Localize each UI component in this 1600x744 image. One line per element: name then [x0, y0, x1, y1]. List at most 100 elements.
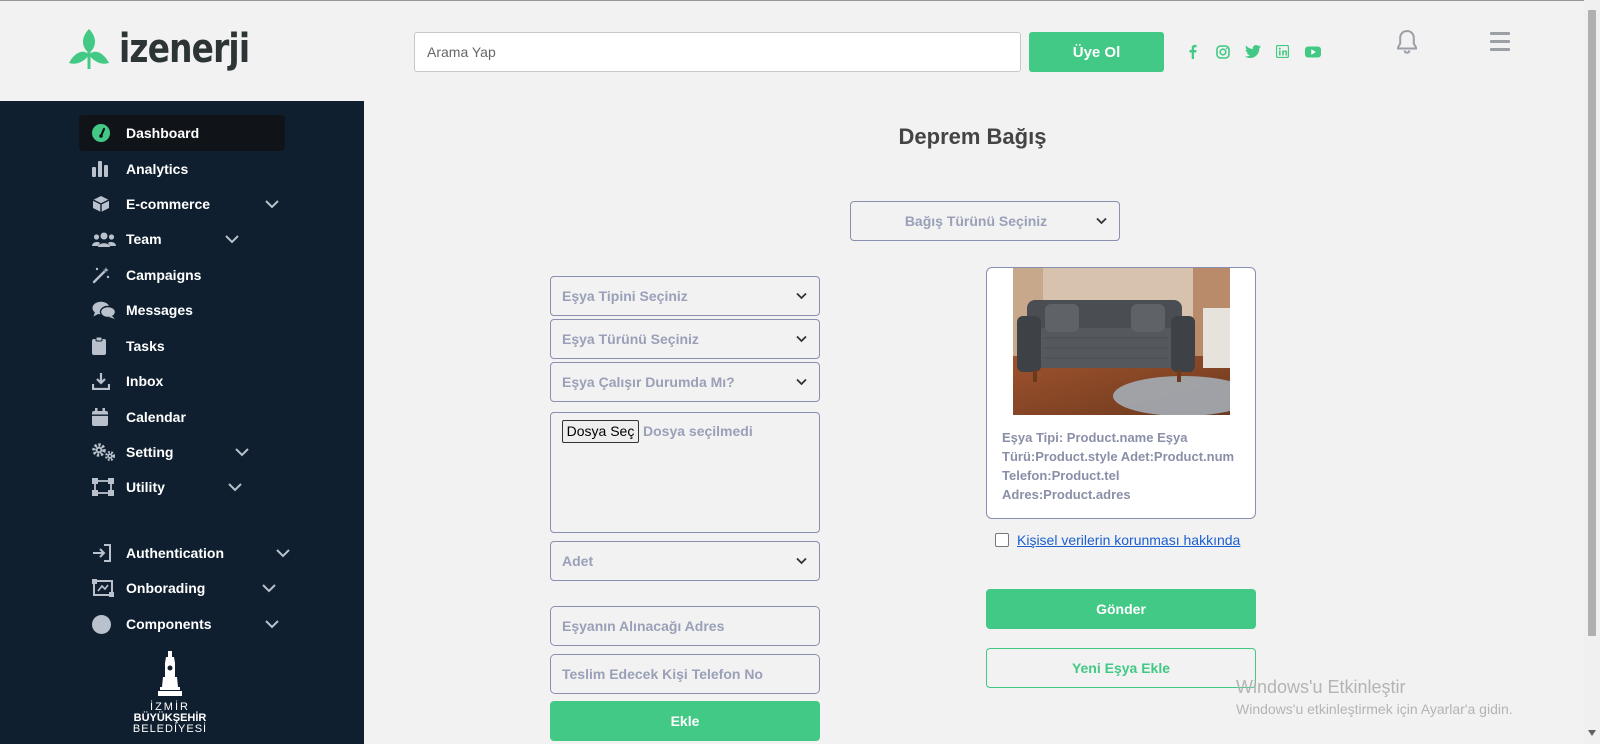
chevron-down-icon [1096, 217, 1107, 225]
sidebar-item-components[interactable]: Components [79, 606, 285, 642]
instagram-icon[interactable] [1214, 43, 1231, 60]
pickup-address-placeholder: Eşyanın Alınacağı Adres [562, 618, 725, 634]
brand-logo[interactable]: izenerji [67, 27, 278, 71]
sofa-image [1013, 268, 1230, 415]
vertical-scrollbar[interactable] [1584, 0, 1600, 744]
sidebar-item-label: Authentication [126, 545, 224, 561]
watermark-subtitle: Windows'u etkinleştirmek için Ayarlar'a … [1236, 701, 1513, 717]
sidebar-item-campaigns[interactable]: Campaigns [79, 257, 285, 293]
sidebar-item-label: Utility [126, 479, 165, 495]
pickup-address-input[interactable]: Eşyanın Alınacağı Adres [550, 606, 820, 646]
item-type-select[interactable]: Eşya Tipini Seçiniz [550, 276, 820, 316]
onboarding-icon [92, 578, 118, 598]
download-icon [92, 371, 118, 391]
chevron-down-icon[interactable] [275, 548, 291, 558]
privacy-link[interactable]: Kişisel verilerin korunması hakkında [1017, 532, 1240, 548]
facebook-icon[interactable] [1184, 43, 1201, 60]
sidebar-item-dashboard[interactable]: Dashboard [79, 115, 285, 151]
utility-icon [92, 477, 118, 497]
sidebar-item-label: Analytics [126, 161, 189, 177]
chevron-down-icon[interactable] [264, 619, 280, 629]
magic-wand-icon [92, 265, 118, 285]
product-preview-card: Eşya Tipi: Product.name Eşya Türü:Produc… [986, 267, 1256, 519]
product-details: Eşya Tipi: Product.name Eşya Türü:Produc… [1002, 428, 1247, 504]
sidebar-item-calendar[interactable]: Calendar [79, 399, 285, 435]
sidebar-item-tasks[interactable]: Tasks [79, 328, 285, 364]
chevron-down-icon[interactable] [227, 482, 243, 492]
calendar-icon [92, 407, 118, 427]
sidebar-item-utility[interactable]: Utility [79, 469, 285, 505]
new-item-button[interactable]: Yeni Eşya Ekle [986, 648, 1256, 688]
municipality-line3: BELEDİYESİ [132, 723, 208, 735]
quantity-label: Adet [562, 553, 594, 569]
sidebar-item-label: Setting [126, 444, 174, 460]
page-title: Deprem Bağış [898, 124, 1047, 149]
phone-input[interactable]: Teslim Edecek Kişi Telefon No [550, 654, 820, 694]
bell-icon[interactable] [1396, 29, 1418, 60]
donation-type-label: Bağış Türünü Seçiniz [904, 213, 1048, 229]
chevron-down-icon [796, 378, 807, 386]
chevron-down-icon[interactable] [261, 583, 277, 593]
sidebar-item-analytics[interactable]: Analytics [79, 151, 285, 187]
gauge-icon [92, 123, 118, 143]
scroll-thumb[interactable] [1588, 10, 1596, 636]
sidebar-item-label: Campaigns [126, 267, 202, 283]
users-icon [92, 229, 118, 249]
sidebar-item-label: Team [126, 231, 162, 247]
consent-checkbox[interactable] [995, 533, 1009, 547]
chevron-down-icon [796, 557, 807, 565]
clock-tower-icon [158, 651, 182, 696]
menu-icon[interactable] [1490, 32, 1510, 56]
add-button[interactable]: Ekle [550, 701, 820, 741]
privacy-consent: Kişisel verilerin korunması hakkında [995, 532, 1240, 548]
sidebar-item-authentication[interactable]: Authentication [79, 535, 290, 571]
sidebar: Dashboard Analytics E-commerce Team Camp… [0, 101, 364, 744]
item-kind-label: Eşya Türünü Seçiniz [562, 331, 699, 347]
donation-type-select[interactable]: Bağış Türünü Seçiniz [850, 201, 1120, 241]
item-working-select[interactable]: Eşya Çalışır Durumda Mı? [550, 362, 820, 402]
submit-button[interactable]: Gönder [986, 589, 1256, 629]
search-input[interactable] [414, 32, 1021, 72]
chevron-down-icon[interactable] [234, 447, 250, 457]
item-working-label: Eşya Çalışır Durumda Mı? [562, 374, 735, 390]
file-status-text: Dosya seçilmedi [643, 423, 753, 439]
chevron-down-icon[interactable] [224, 234, 240, 244]
clipboard-icon [92, 336, 118, 356]
quantity-select[interactable]: Adet [550, 541, 820, 581]
chat-icon [92, 300, 118, 320]
sidebar-item-onborading[interactable]: Onborading [79, 570, 285, 606]
sidebar-item-label: E-commerce [126, 196, 211, 212]
brand-name: izenerji [119, 26, 250, 72]
product-line-4: Adres:Product.adres [1002, 487, 1131, 502]
phone-placeholder: Teslim Edecek Kişi Telefon No [562, 666, 763, 682]
youtube-icon[interactable] [1304, 43, 1321, 60]
top-header: izenerji Üye Ol [0, 0, 1584, 101]
sidebar-item-label: Components [126, 616, 212, 632]
sidebar-item-e-commerce[interactable]: E-commerce [79, 186, 285, 222]
signup-button[interactable]: Üye Ol [1029, 32, 1164, 72]
chevron-down-icon [796, 292, 807, 300]
windows-activation-watermark: Windows'u Etkinleştir Windows'u etkinleş… [1236, 676, 1513, 720]
sidebar-item-label: Calendar [126, 409, 186, 425]
product-line-3: Telefon:Product.tel [1002, 468, 1120, 483]
twitter-icon[interactable] [1244, 43, 1261, 60]
sidebar-item-setting[interactable]: Setting [79, 434, 285, 470]
sidebar-item-label: Tasks [126, 338, 165, 354]
item-kind-select[interactable]: Eşya Türünü Seçiniz [550, 319, 820, 359]
sidebar-item-label: Inbox [126, 373, 164, 389]
sidebar-item-messages[interactable]: Messages [79, 292, 285, 328]
sign-in-icon [92, 543, 118, 563]
choose-file-button[interactable]: Dosya Seç [562, 420, 639, 443]
file-upload-field: Dosya Seç Dosya seçilmedi [550, 412, 820, 533]
bar-chart-icon [92, 159, 118, 179]
sidebar-item-label: Dashboard [126, 125, 200, 141]
sidebar-item-team[interactable]: Team [79, 221, 285, 257]
linkedin-icon[interactable] [1274, 43, 1291, 60]
chevron-down-icon[interactable] [264, 199, 280, 209]
gears-icon [92, 442, 118, 462]
sidebar-item-label: Messages [126, 302, 193, 318]
social-links [1184, 43, 1321, 60]
item-type-label: Eşya Tipini Seçiniz [562, 288, 688, 304]
scroll-down-arrow-icon[interactable] [1588, 730, 1596, 736]
sidebar-item-inbox[interactable]: Inbox [79, 363, 285, 399]
